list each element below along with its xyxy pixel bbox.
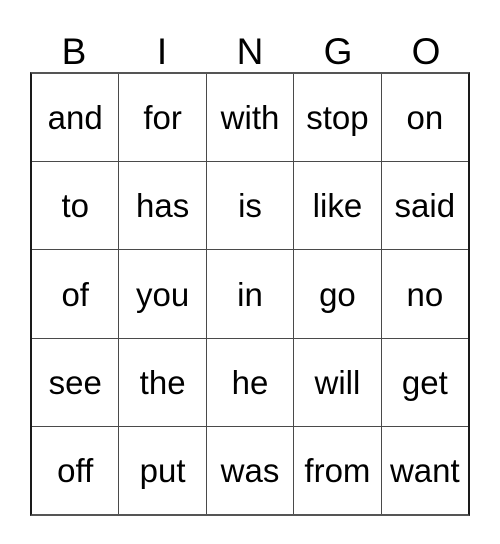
bingo-cell-o1[interactable]: on [381, 74, 469, 162]
bingo-cell-o5[interactable]: want [381, 426, 469, 515]
bingo-card: B I N G O and for with stop on to has is… [0, 0, 500, 544]
bingo-cell-n1[interactable]: with [206, 74, 295, 162]
bingo-cell-word: for [143, 99, 182, 137]
bingo-cell-g3[interactable]: go [294, 250, 382, 338]
bingo-cell-n4[interactable]: he [206, 338, 295, 426]
bingo-cell-g1[interactable]: stop [294, 74, 382, 162]
bingo-cell-o2[interactable]: said [381, 162, 469, 250]
bingo-cell-o4[interactable]: get [381, 338, 469, 426]
bingo-cell-i1[interactable]: for [119, 74, 207, 162]
bingo-cell-word: off [57, 451, 94, 489]
bingo-cell-b5[interactable]: off [32, 426, 120, 515]
bingo-header-row: B I N G O [30, 24, 470, 72]
bingo-cell-n3[interactable]: in [206, 250, 295, 338]
bingo-cell-word: of [61, 275, 89, 313]
bingo-cell-word: you [136, 275, 190, 313]
bingo-cell-word: with [220, 99, 280, 137]
bingo-cell-b4[interactable]: see [32, 338, 120, 426]
bingo-cell-word: said [394, 187, 456, 225]
bingo-cell-word: he [231, 363, 269, 401]
bingo-cell-word: will [314, 363, 361, 401]
bingo-cell-i3[interactable]: you [119, 250, 207, 338]
bingo-header-letter-b: B [61, 31, 87, 72]
bingo-cell-g2[interactable]: like [294, 162, 382, 250]
bingo-row-3: of you in go no [32, 250, 469, 339]
bingo-cell-word: see [48, 363, 102, 401]
bingo-cell-word: and [47, 99, 103, 137]
bingo-cell-b1[interactable]: and [32, 74, 120, 162]
bingo-cell-i5[interactable]: put [119, 426, 207, 515]
bingo-cell-word: go [319, 275, 356, 313]
bingo-header-letter-g: G [323, 31, 353, 72]
bingo-cell-word: no [406, 275, 444, 313]
bingo-row-1: and for with stop on [32, 74, 469, 163]
bingo-cell-word: is [238, 187, 262, 225]
bingo-cell-word: stop [306, 99, 369, 137]
bingo-cell-word: has [136, 187, 190, 225]
bingo-cell-word: was [220, 451, 280, 489]
bingo-cell-word: put [139, 451, 186, 489]
bingo-cell-word: like [312, 187, 363, 225]
bingo-cell-b2[interactable]: to [32, 162, 120, 250]
bingo-cell-word: to [61, 187, 89, 225]
bingo-cell-g4[interactable]: will [294, 338, 382, 426]
bingo-cell-word: get [401, 363, 448, 401]
bingo-cell-word: the [139, 363, 186, 401]
bingo-grid: and for with stop on to has is like said… [30, 72, 470, 516]
bingo-cell-n2[interactable]: is [206, 162, 295, 250]
bingo-row-5: off put was from want [32, 426, 469, 515]
bingo-header-letter-o: O [411, 31, 441, 72]
bingo-cell-word: want [389, 451, 460, 489]
bingo-row-4: see the he will get [32, 338, 469, 427]
bingo-row-2: to has is like said [32, 162, 469, 251]
bingo-cell-word: in [237, 275, 263, 313]
bingo-cell-word: on [406, 99, 444, 137]
bingo-cell-g5[interactable]: from [294, 426, 382, 515]
bingo-header-letter-i: I [156, 31, 168, 72]
bingo-cell-i2[interactable]: has [119, 162, 207, 250]
bingo-cell-word: from [304, 451, 371, 489]
bingo-header-letter-n: N [236, 31, 264, 72]
bingo-cell-b3[interactable]: of [32, 250, 120, 338]
bingo-cell-i4[interactable]: the [119, 338, 207, 426]
bingo-cell-o3[interactable]: no [381, 250, 469, 338]
bingo-cell-n5[interactable]: was [206, 426, 295, 515]
